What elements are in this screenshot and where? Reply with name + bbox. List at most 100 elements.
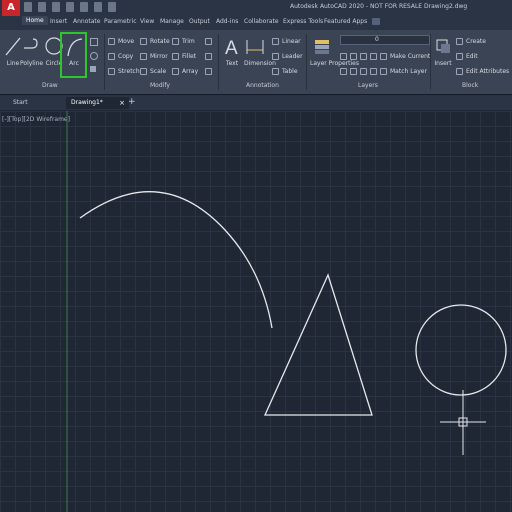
close-tab-icon[interactable]: × [119,97,125,109]
erase-button[interactable] [205,36,212,46]
make-current-button[interactable]: Make Current [380,51,430,61]
open-icon[interactable] [38,2,46,12]
layers-panel-title[interactable]: Layers [358,82,378,89]
polyline-icon [24,38,38,49]
erase-icon [205,37,212,45]
rotate-icon [140,37,147,45]
tab-insert[interactable]: Insert [50,18,67,25]
drawing-canvas[interactable] [0,111,512,512]
window-title: Autodesk AutoCAD 2020 - NOT FOR RESALE D… [290,3,468,10]
ribbon-options-icon[interactable] [372,18,380,25]
copy-label: Copy [118,52,134,60]
save-icon[interactable] [52,2,60,12]
current-layer-value: 0 [375,36,379,43]
trim-label: Trim [182,37,195,45]
move-button[interactable]: Move [108,36,134,46]
tab-parametric[interactable]: Parametric [104,18,137,25]
polyline-button[interactable]: Polyline [20,34,43,78]
trim-button[interactable]: Trim [172,36,195,46]
tab-home[interactable]: Home [22,16,48,25]
layer-tools-row-2[interactable] [340,66,377,76]
viewport-controls-label[interactable]: [-][Top][2D Wireframe] [2,116,70,123]
autocad-logo[interactable]: A [2,0,20,16]
print-icon[interactable] [80,2,88,12]
tab-express-tools[interactable]: Express Tools [283,18,323,25]
copy-button[interactable]: Copy [108,51,133,61]
layer-tools-row-1[interactable] [340,51,377,61]
layer-on-icon[interactable] [340,67,347,75]
leader-label: Leader [282,52,303,60]
tab-annotate[interactable]: Annotate [73,18,100,25]
scale-button[interactable]: Scale [140,66,166,76]
array-label: Array [182,67,199,75]
make-current-icon [380,52,387,60]
rotate-label: Rotate [150,37,170,45]
leader-icon [272,52,279,60]
mirror-button[interactable]: Mirror [140,51,168,61]
tab-drawing1-label: Drawing1* [71,99,103,106]
ribbon: Line Polyline Circle Arc Draw Move Rotat… [0,30,512,95]
array-icon [172,67,179,75]
modify-panel-title[interactable]: Modify [150,82,170,89]
redo-icon[interactable] [108,2,116,12]
block-panel-title[interactable]: Block [462,82,478,89]
leader-button[interactable]: Leader [272,51,303,61]
tab-start[interactable]: Start [8,97,65,109]
tab-featured-apps[interactable]: Featured Apps [324,18,367,25]
layer-freeze-icon[interactable] [360,52,367,60]
new-tab-button[interactable]: + [128,97,136,107]
layer-unlock-icon[interactable] [370,67,377,75]
layer-lock-icon[interactable] [370,52,377,60]
mirror-icon [140,52,147,60]
text-button[interactable]: A Text [221,34,243,78]
tab-add-ins[interactable]: Add-ins [216,18,238,25]
trim-icon [172,37,179,45]
edit-block-label: Edit [466,52,478,60]
table-button[interactable]: Table [272,66,298,76]
fillet-button[interactable]: Fillet [172,51,196,61]
draw-panel-title[interactable]: Draw [42,82,58,89]
match-layer-icon [380,67,387,75]
edit-attributes-button[interactable]: Edit Attributes [456,66,509,76]
save-as-icon[interactable] [66,2,74,12]
stretch-label: Stretch [118,67,140,75]
text-icon: A [225,38,238,59]
edit-attributes-label: Edit Attributes [466,67,510,75]
insert-button[interactable]: Insert [432,34,454,78]
create-block-button[interactable]: Create [456,36,486,46]
undo-icon[interactable] [94,2,102,12]
make-current-label: Make Current [390,52,431,60]
layer-unisolate-icon[interactable] [350,67,357,75]
scale-label: Scale [150,67,167,75]
rotate-button[interactable]: Rotate [140,36,170,46]
ellipse-icon[interactable] [90,52,98,60]
rectangle-icon[interactable] [90,38,98,46]
dimension-button[interactable]: Dimension [244,34,276,78]
layer-thaw-icon[interactable] [360,67,367,75]
tab-view[interactable]: View [140,18,154,25]
linear-button[interactable]: Linear [272,36,301,46]
match-layer-button[interactable]: Match Layer [380,66,427,76]
new-icon[interactable] [24,2,32,12]
layer-isolate-icon[interactable] [350,52,357,60]
explode-button[interactable] [205,51,212,61]
edit-attributes-icon [456,67,463,75]
create-block-icon [456,37,463,45]
tab-collaborate[interactable]: Collaborate [244,18,279,25]
offset-button[interactable] [205,66,212,76]
move-label: Move [118,37,135,45]
tab-manage[interactable]: Manage [160,18,184,25]
tab-output[interactable]: Output [189,18,210,25]
edit-block-button[interactable]: Edit [456,51,478,61]
tab-drawing1[interactable]: Drawing1* × [66,97,129,109]
stretch-button[interactable]: Stretch [108,66,140,76]
hatch-icon[interactable] [90,66,96,72]
layer-dropdown[interactable]: 0 [340,35,430,45]
draw-extra-tools[interactable] [90,38,98,78]
array-button[interactable]: Array [172,66,198,76]
layer-properties-icon [315,40,329,54]
layer-properties-button[interactable]: Layer Properties [310,34,359,78]
layer-off-icon[interactable] [340,52,347,60]
arc-highlight-box [60,32,87,78]
annotation-panel-title[interactable]: Annotation [246,82,279,89]
